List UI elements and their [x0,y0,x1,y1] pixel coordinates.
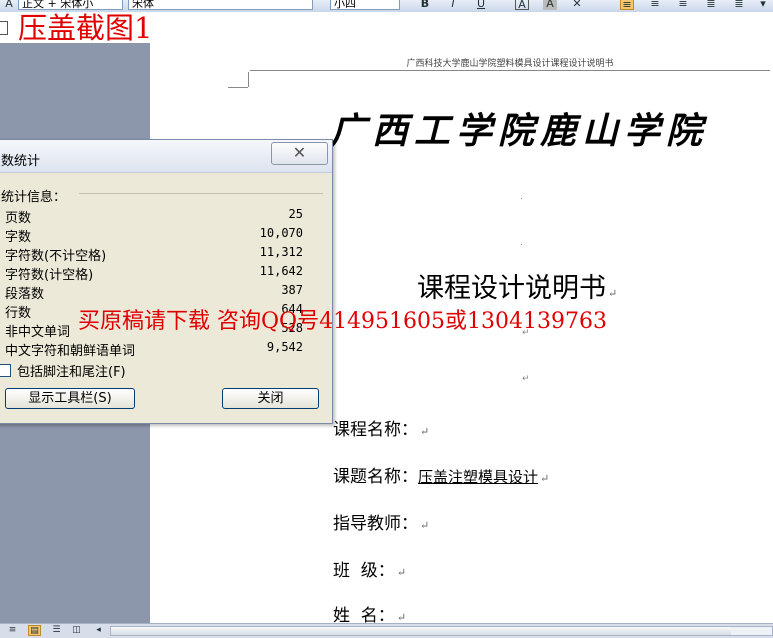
watermark-text: 买原稿请下载 咨询QQ号414951605或1304139763 [78,309,608,334]
justify-icon[interactable]: ≣ [704,0,718,10]
align-center-icon[interactable]: ≡ [648,0,662,10]
include-footnotes-label[interactable]: 包括脚注和尾注(F) [17,361,126,380]
font-select[interactable]: 宋体 [128,0,313,10]
align-left-icon[interactable]: ≡ [620,0,634,11]
distributed-align-icon[interactable]: ≣ [732,0,746,10]
reading-view-icon[interactable]: ◫ [70,625,83,636]
dialog-title: 数统计 [1,154,41,169]
close-button[interactable]: 关闭 [222,388,319,409]
scroll-left-icon[interactable]: ◂ [92,625,105,636]
font-size-select[interactable]: 小四 [330,0,400,10]
stat-row: 段落数 387 [5,283,303,302]
header-rule [250,70,770,71]
class-field: 班 级： ↵ [333,561,407,581]
char-border-icon[interactable]: A [515,0,529,11]
stat-row: 中文字符和朝鲜语单词 9,542 [5,340,303,359]
char-scale-icon[interactable]: ✕ [570,0,584,10]
scrollbar-thumb[interactable] [111,627,731,635]
underline-icon[interactable]: U [474,0,488,10]
normal-view-icon[interactable]: ≡ [6,625,19,636]
stats-group-label: 统计信息： [1,190,67,205]
bold-icon[interactable]: B [418,0,432,10]
course-name-field: 课程名称： ↵ [333,420,430,440]
style-icon[interactable]: A [2,0,16,10]
topic-name-field: 课题名称：压盖注塑模具设计 ↵ [333,467,550,487]
topic-name-value: 压盖注塑模具设计 [418,468,539,486]
instructor-field: 指导教师： ↵ [333,514,430,534]
school-name: 广西工学院鹿山学院 [330,110,709,152]
group-divider [79,193,323,194]
print-layout-view-icon[interactable]: ☰ [50,625,63,636]
document-title: 课程设计说明书 ↵ [417,273,618,304]
align-right-icon[interactable]: ≡ [676,0,690,10]
left-edge-box [0,21,8,35]
paragraph-mark: ↵ [522,374,530,384]
stat-row: 字符数(计空格) 11,642 [5,264,303,283]
close-icon: ✕ [292,143,307,162]
dialog-close-button[interactable]: ✕ [271,142,328,165]
stat-row: 页数 25 [5,207,303,226]
char-shading-icon[interactable]: A [543,0,557,10]
page-header-text: 广西科技大学鹿山学院塑料模具设计课程设计说明书 [406,59,614,69]
show-toolbar-button[interactable]: 显示工具栏(S) [5,388,135,409]
view-bar: ≡ ▤ ☰ ◫ ◂ [0,623,773,638]
stat-row: 字数 10,070 [5,226,303,245]
margin-corner-mark-vertical [248,72,249,87]
margin-corner-mark [228,87,248,88]
style-select[interactable]: 正文 + 宋体小 [18,0,123,10]
stat-row: 字符数(不计空格) 11,312 [5,245,303,264]
horizontal-scrollbar[interactable] [110,626,773,636]
cover-caption: 压盖截图1 [18,11,153,45]
italic-icon[interactable]: I [446,0,460,10]
dialog-titlebar[interactable]: 数统计 ✕ [0,140,332,173]
include-footnotes-checkbox[interactable] [0,364,11,377]
line-spacing-icon[interactable]: ▾ [756,0,770,10]
word-count-dialog: 数统计 ✕ 统计信息： 页数 25 字数 10,070 字符数(不计空格) 11,31… [0,139,333,424]
web-layout-view-icon[interactable]: ▤ [28,625,41,636]
paragraph-mark: . [520,238,523,248]
paragraph-mark: . [520,192,523,202]
